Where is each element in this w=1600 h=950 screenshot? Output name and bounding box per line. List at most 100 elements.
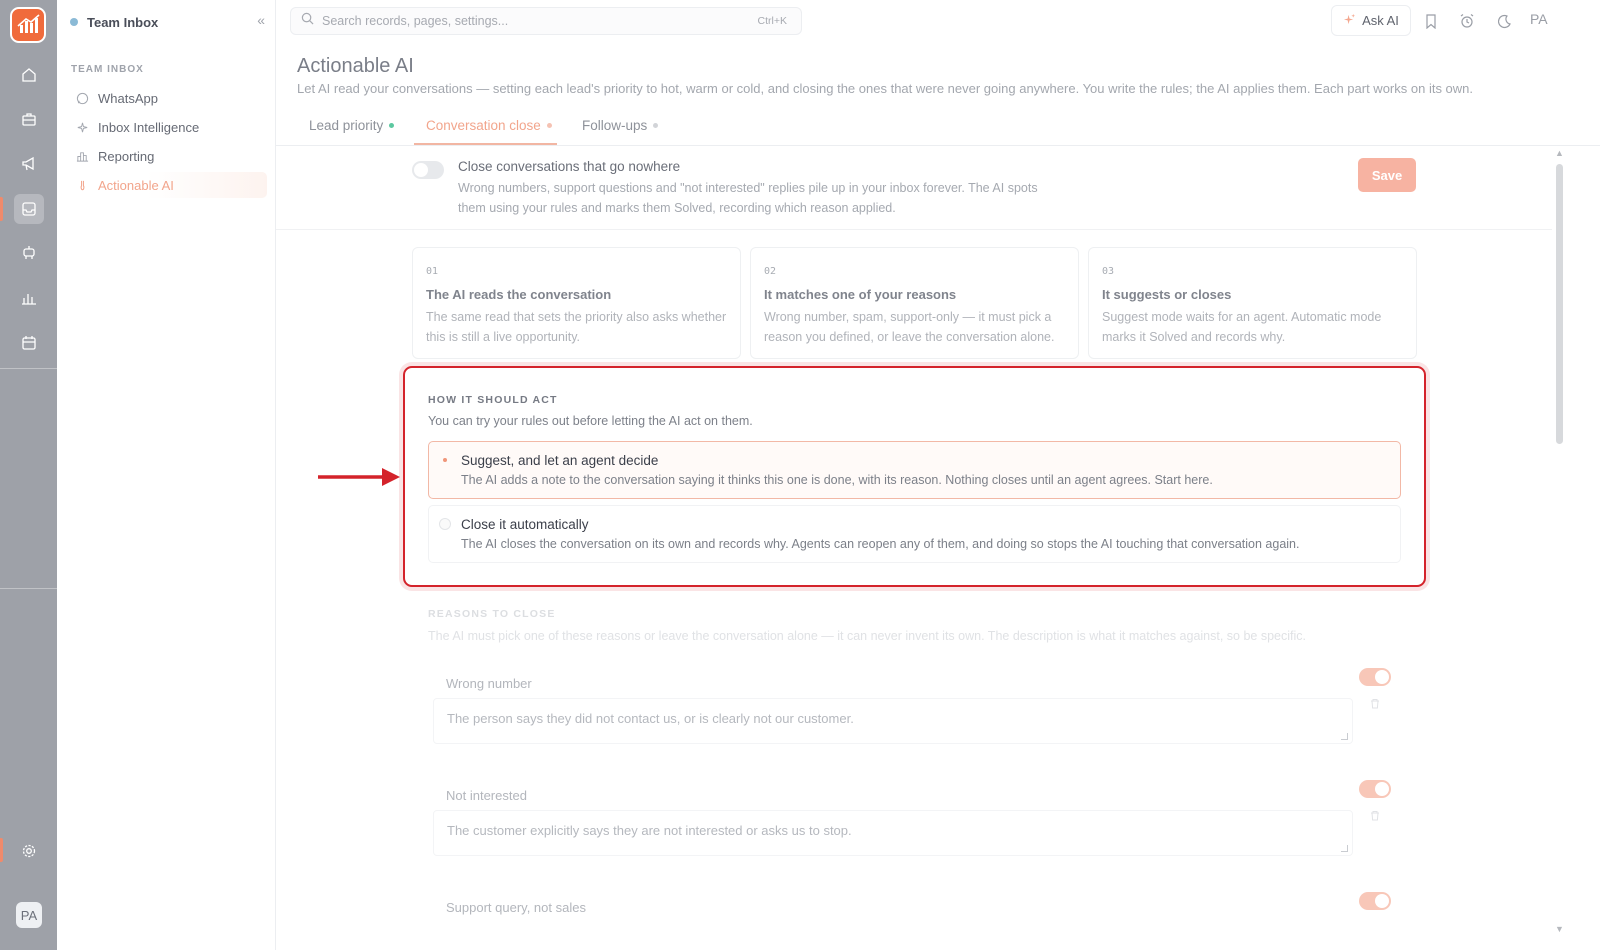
rail-active-marker xyxy=(0,197,3,221)
close-conversations-toggle[interactable] xyxy=(412,161,444,179)
trash-icon[interactable] xyxy=(1370,810,1380,824)
app-logo[interactable] xyxy=(10,7,46,43)
tab-status-dot xyxy=(389,123,395,128)
sidebar-section-label: TEAM INBOX xyxy=(71,64,144,75)
sidebar-header: Team Inbox « xyxy=(70,12,265,32)
toggle-knob xyxy=(1375,670,1389,684)
toggle-knob xyxy=(414,163,428,177)
tab-bar: Lead priority Conversation close Follow-… xyxy=(276,108,1600,146)
inbox-icon[interactable] xyxy=(14,194,44,224)
option-close-automatically[interactable]: Close it automatically The AI closes the… xyxy=(428,505,1401,563)
option-description: The AI adds a note to the conversation s… xyxy=(461,473,1213,487)
trash-icon[interactable] xyxy=(1370,698,1380,712)
reasons-section-label: REASONS TO CLOSE xyxy=(428,608,556,620)
tab-label: Conversation close xyxy=(426,118,541,133)
active-tab-underline xyxy=(414,143,557,145)
scrollbar[interactable]: ▲ ▼ xyxy=(1553,146,1567,934)
sidebar-item-whatsapp[interactable]: WhatsApp xyxy=(67,85,267,111)
megaphone-icon[interactable] xyxy=(14,149,44,179)
close-setting-description: Wrong numbers, support questions and "no… xyxy=(458,181,1038,215)
search-icon xyxy=(301,12,314,30)
scrollbar-thumb[interactable] xyxy=(1556,164,1563,444)
bookmark-icon[interactable] xyxy=(1421,11,1441,31)
ask-ai-label: Ask AI xyxy=(1362,13,1399,28)
option-title: Suggest, and let an agent decide xyxy=(461,453,659,468)
tab-label: Follow-ups xyxy=(582,118,648,133)
bar-chart-icon xyxy=(75,149,89,163)
sparkle-icon xyxy=(75,120,89,134)
sidebar-item-label: Actionable AI xyxy=(98,177,174,193)
toggle-knob xyxy=(1375,894,1389,908)
briefcase-icon[interactable] xyxy=(14,104,44,134)
search-input[interactable] xyxy=(322,14,722,28)
whatsapp-icon xyxy=(75,91,89,105)
tab-follow-ups[interactable]: Follow-ups xyxy=(582,118,659,133)
scroll-down-icon[interactable]: ▼ xyxy=(1555,924,1564,934)
page-subtitle: Let AI read your conversations — setting… xyxy=(297,81,1474,96)
chart-icon[interactable] xyxy=(14,283,44,313)
save-button[interactable]: Save xyxy=(1358,158,1416,192)
reason-name[interactable]: Not interested xyxy=(446,788,527,803)
rail-settings-marker xyxy=(0,838,3,862)
reason-enabled-toggle[interactable] xyxy=(1359,668,1391,686)
robot-icon[interactable] xyxy=(14,238,44,268)
option-title: Close it automatically xyxy=(461,517,589,532)
radio-selected-icon[interactable] xyxy=(439,454,451,466)
sidebar-item-label: Inbox Intelligence xyxy=(98,119,200,135)
sidebar-item-reporting[interactable]: Reporting xyxy=(67,143,267,169)
reason-name[interactable]: Support query, not sales xyxy=(446,900,586,915)
option-suggest[interactable]: Suggest, and let an agent decide The AI … xyxy=(428,441,1401,499)
home-icon[interactable] xyxy=(14,60,44,90)
resize-handle-icon[interactable] xyxy=(1341,845,1348,852)
close-setting-title: Close conversations that go nowhere xyxy=(458,159,681,174)
search-shortcut: Ctrl+K xyxy=(757,15,787,27)
option-description: The AI closes the conversation on its ow… xyxy=(461,537,1300,551)
reason-description-textarea[interactable]: The person says they did not contact us,… xyxy=(433,698,1353,744)
resize-handle-icon[interactable] xyxy=(1341,733,1348,740)
user-avatar[interactable]: PA xyxy=(16,902,42,928)
status-dot xyxy=(70,18,78,26)
settings-icon[interactable] xyxy=(14,836,44,866)
radio-unselected-icon[interactable] xyxy=(439,518,451,530)
step-description: The same read that sets the priority als… xyxy=(426,310,727,344)
secondary-sidebar: Team Inbox « TEAM INBOX WhatsApp Inbox I… xyxy=(57,0,276,950)
tab-conversation-close[interactable]: Conversation close xyxy=(426,118,552,133)
sidebar-item-inbox-intelligence[interactable]: Inbox Intelligence xyxy=(67,114,267,140)
reasons-section-hint: The AI must pick one of these reasons or… xyxy=(428,629,1307,643)
step-title: It matches one of your reasons xyxy=(764,287,957,302)
sidebar-item-label: WhatsApp xyxy=(98,90,158,106)
act-section-label: HOW IT SHOULD ACT xyxy=(428,394,558,406)
step-card: 02 It matches one of your reasons Wrong … xyxy=(750,247,1079,359)
sparkle-icon xyxy=(1343,13,1356,29)
tab-lead-priority[interactable]: Lead priority xyxy=(309,118,395,133)
page-title: Actionable AI xyxy=(297,55,414,77)
calendar-icon[interactable] xyxy=(14,328,44,358)
icon-rail: PA xyxy=(0,0,57,950)
reason-enabled-toggle[interactable] xyxy=(1359,892,1391,910)
reason-description-textarea[interactable]: The customer explicitly says they are no… xyxy=(433,810,1353,856)
reason-description: The person says they did not contact us,… xyxy=(447,711,854,726)
step-number: 03 xyxy=(1102,266,1115,277)
annotation-arrow-icon xyxy=(318,468,400,486)
section-divider xyxy=(276,229,1552,230)
user-avatar[interactable]: PA xyxy=(1530,11,1548,27)
step-title: The AI reads the conversation xyxy=(426,287,612,302)
reason-name[interactable]: Wrong number xyxy=(446,676,532,691)
rail-divider xyxy=(0,368,57,369)
alarm-clock-icon[interactable] xyxy=(1457,11,1477,31)
step-card: 01 The AI reads the conversation The sam… xyxy=(412,247,741,359)
sidebar-item-actionable-ai[interactable]: Actionable AI xyxy=(67,172,267,198)
search-box[interactable]: Ctrl+K xyxy=(290,7,802,35)
tab-label: Lead priority xyxy=(309,118,384,133)
reason-enabled-toggle[interactable] xyxy=(1359,780,1391,798)
ask-ai-button[interactable]: Ask AI xyxy=(1331,5,1411,36)
tab-status-dot xyxy=(546,123,552,128)
reason-description: The customer explicitly says they are no… xyxy=(447,823,852,838)
collapse-sidebar-icon[interactable]: « xyxy=(257,12,265,28)
step-description: Wrong number, spam, support-only — it mu… xyxy=(764,310,1055,344)
step-number: 02 xyxy=(764,266,777,277)
rail-divider xyxy=(0,588,57,589)
toggle-knob xyxy=(1375,782,1389,796)
dark-mode-icon[interactable] xyxy=(1494,11,1514,31)
scroll-up-icon[interactable]: ▲ xyxy=(1555,148,1564,158)
